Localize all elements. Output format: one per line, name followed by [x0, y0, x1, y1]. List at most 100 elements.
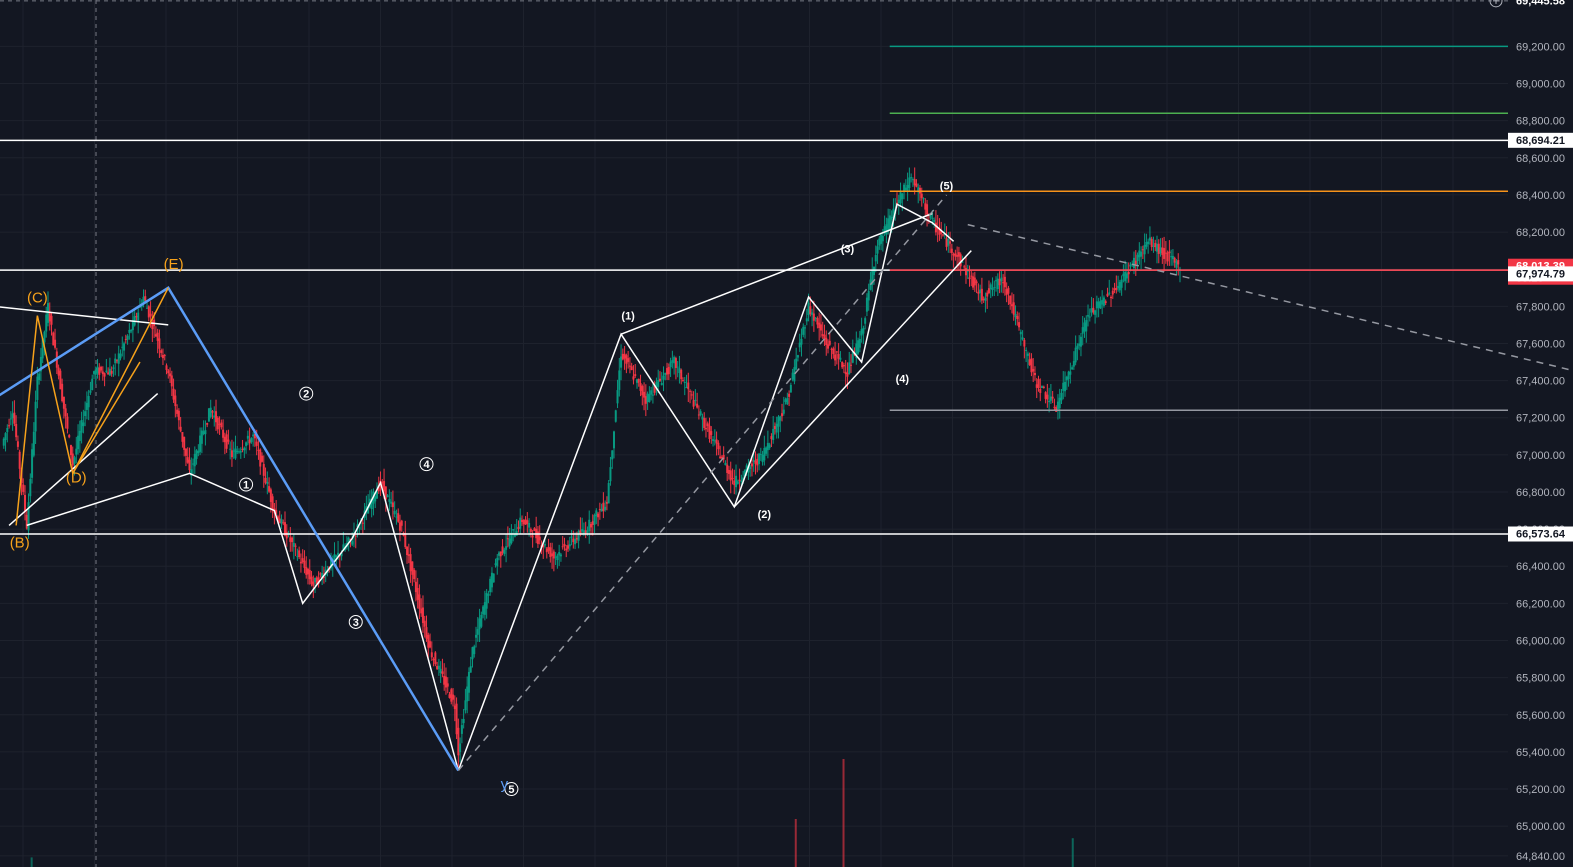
candle-body — [506, 538, 509, 540]
candle-body — [1062, 382, 1065, 391]
candle-body — [156, 332, 159, 341]
candle-body — [202, 431, 205, 435]
price-chart[interactable]: 1 2 3 4 5 (1) (2) (3) (4) (5) (B) (C) (D) (E) y 64,840.… — [0, 0, 1573, 867]
candle-body — [689, 390, 692, 392]
candle-body — [467, 671, 470, 693]
candle-body — [582, 530, 585, 534]
candle-body — [429, 641, 432, 648]
candle-body — [1067, 371, 1070, 380]
y-tick-label: 65,800.00 — [1516, 673, 1565, 685]
candle-body — [266, 481, 269, 484]
candle-body — [952, 253, 955, 256]
candle-body — [1035, 384, 1038, 388]
candle-body — [285, 531, 288, 539]
candle-body — [261, 455, 264, 462]
candle-body — [637, 378, 640, 383]
candle-body — [664, 372, 667, 376]
candle-body — [846, 372, 849, 377]
candle-body — [1171, 255, 1174, 260]
candle-body — [839, 357, 842, 360]
candle-body — [529, 528, 532, 532]
candle-body — [1113, 288, 1116, 291]
candle-body — [206, 422, 209, 425]
candle-body — [75, 448, 78, 455]
candle-body — [73, 457, 76, 464]
candle-body — [1053, 406, 1056, 408]
wave-label: 3 — [353, 617, 359, 629]
candle-body — [666, 368, 669, 375]
candle-body — [692, 400, 695, 407]
y-tick-label: 67,800.00 — [1516, 301, 1565, 313]
candle-body — [761, 454, 764, 463]
candle-body — [243, 447, 246, 451]
candle-body — [878, 238, 881, 246]
candle-body — [84, 411, 87, 417]
candle-body — [45, 314, 48, 332]
candle-body — [165, 365, 168, 370]
candle-body — [947, 238, 950, 246]
candle-body — [954, 253, 957, 257]
candle-body — [796, 355, 799, 358]
candle-body — [374, 496, 377, 502]
candle-body — [195, 450, 198, 459]
candle-body — [69, 445, 72, 456]
candle-body — [498, 552, 501, 556]
candle-body — [768, 444, 771, 448]
candle-body — [1104, 301, 1107, 304]
candle-body — [1005, 289, 1008, 295]
candle-body — [404, 533, 407, 548]
candle-body — [1106, 293, 1109, 297]
candle-body — [416, 588, 419, 600]
candle-body — [96, 366, 99, 374]
candle-body — [834, 354, 837, 361]
candle-body — [476, 629, 479, 635]
candle-body — [544, 544, 547, 546]
y-tick-label: 68,400.00 — [1516, 190, 1565, 202]
candle-body — [756, 458, 759, 466]
candle-body — [110, 370, 113, 374]
candle-body — [980, 288, 983, 301]
wave-label: 2 — [303, 389, 309, 401]
candle-body — [758, 453, 761, 464]
candle-body — [471, 647, 474, 660]
candle-body — [420, 608, 423, 614]
candle-body — [306, 569, 309, 575]
y-tick-label: 65,400.00 — [1516, 747, 1565, 759]
candle-body — [146, 307, 149, 309]
candle-body — [531, 535, 534, 538]
wave-label: (1) — [621, 310, 635, 322]
candle-body — [101, 371, 104, 375]
candle-body — [38, 373, 41, 380]
candle-body — [160, 350, 163, 353]
candle-body — [522, 519, 525, 525]
y-tick-label: 66,400.00 — [1516, 561, 1565, 573]
candle-body — [1170, 256, 1173, 258]
candle-body — [1141, 249, 1144, 251]
candle-body — [669, 361, 672, 368]
candle-body — [269, 489, 272, 502]
candle-body — [567, 545, 570, 549]
candle-body — [628, 365, 631, 367]
y-tick-label: 69,200.00 — [1516, 41, 1565, 53]
candle-body — [934, 222, 937, 233]
candle-body — [857, 340, 860, 354]
candle-body — [821, 334, 824, 336]
candle-body — [614, 410, 617, 422]
candle-body — [448, 694, 451, 698]
candle-body — [1147, 241, 1150, 245]
candle-body — [862, 327, 865, 334]
candle-body — [802, 326, 805, 335]
candle-body — [1117, 285, 1120, 289]
candle-body — [215, 411, 218, 423]
candle-body — [222, 429, 225, 438]
candle-body — [690, 394, 693, 396]
candle-body — [825, 337, 828, 346]
candle-body — [1150, 238, 1153, 247]
candle-body — [858, 338, 861, 348]
candle-body — [1175, 261, 1178, 268]
candle-body — [982, 298, 985, 300]
candle-body — [616, 390, 619, 404]
candle-body — [1025, 349, 1028, 351]
candle-body — [528, 522, 531, 528]
candle-body — [694, 399, 697, 401]
